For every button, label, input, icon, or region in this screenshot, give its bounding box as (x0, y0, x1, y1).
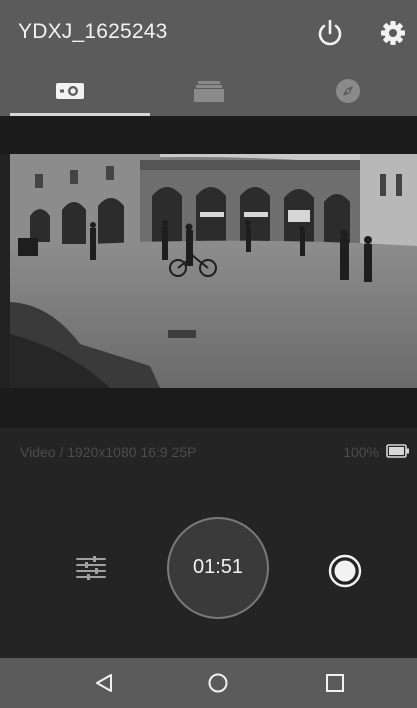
tab-camera[interactable] (0, 66, 139, 116)
gallery-icon (193, 81, 224, 102)
shutter-button[interactable]: 01:51 (167, 517, 269, 619)
recording-timer: 01:51 (192, 556, 244, 578)
power-icon (318, 19, 342, 46)
recent-square-icon (326, 674, 344, 692)
mode-tab-bar (0, 66, 417, 116)
camera-name-title: YDXJ_1625243 (18, 20, 168, 43)
capture-controls: 01:51 (0, 474, 417, 658)
nav-home-button[interactable] (206, 671, 230, 695)
video-mode-label: Video / 1920x1080 16:9 25P (20, 444, 197, 460)
capture-status-bar: Video / 1920x1080 16:9 25P 100% (0, 428, 417, 474)
record-toggle-button[interactable] (327, 553, 363, 589)
back-triangle-icon (96, 674, 112, 692)
preview-letterbox-top (0, 116, 417, 154)
camera-preview-image (10, 154, 417, 388)
tab-gallery[interactable] (139, 66, 278, 116)
power-button[interactable] (313, 16, 347, 50)
preview-letterbox-bottom (0, 388, 417, 428)
tab-compass[interactable] (278, 66, 417, 116)
compass-icon (335, 79, 360, 103)
camera-icon (55, 83, 84, 99)
nav-recent-button[interactable] (323, 671, 347, 695)
live-camera-preview[interactable] (10, 154, 417, 388)
system-nav-bar (0, 658, 417, 708)
home-circle-icon (208, 673, 228, 693)
camera-app: YDXJ_1625243 Video / 1920x1080 16:9 25P … (0, 0, 417, 708)
record-toggle-icon (328, 554, 362, 588)
battery-percent: 100% (343, 444, 379, 460)
app-header: YDXJ_1625243 (0, 0, 417, 66)
battery-icon (386, 444, 409, 458)
gear-icon (381, 21, 405, 45)
settings-button[interactable] (376, 16, 410, 50)
nav-back-button[interactable] (92, 671, 116, 695)
capture-settings-button[interactable] (74, 552, 108, 586)
sliders-icon (76, 556, 106, 580)
